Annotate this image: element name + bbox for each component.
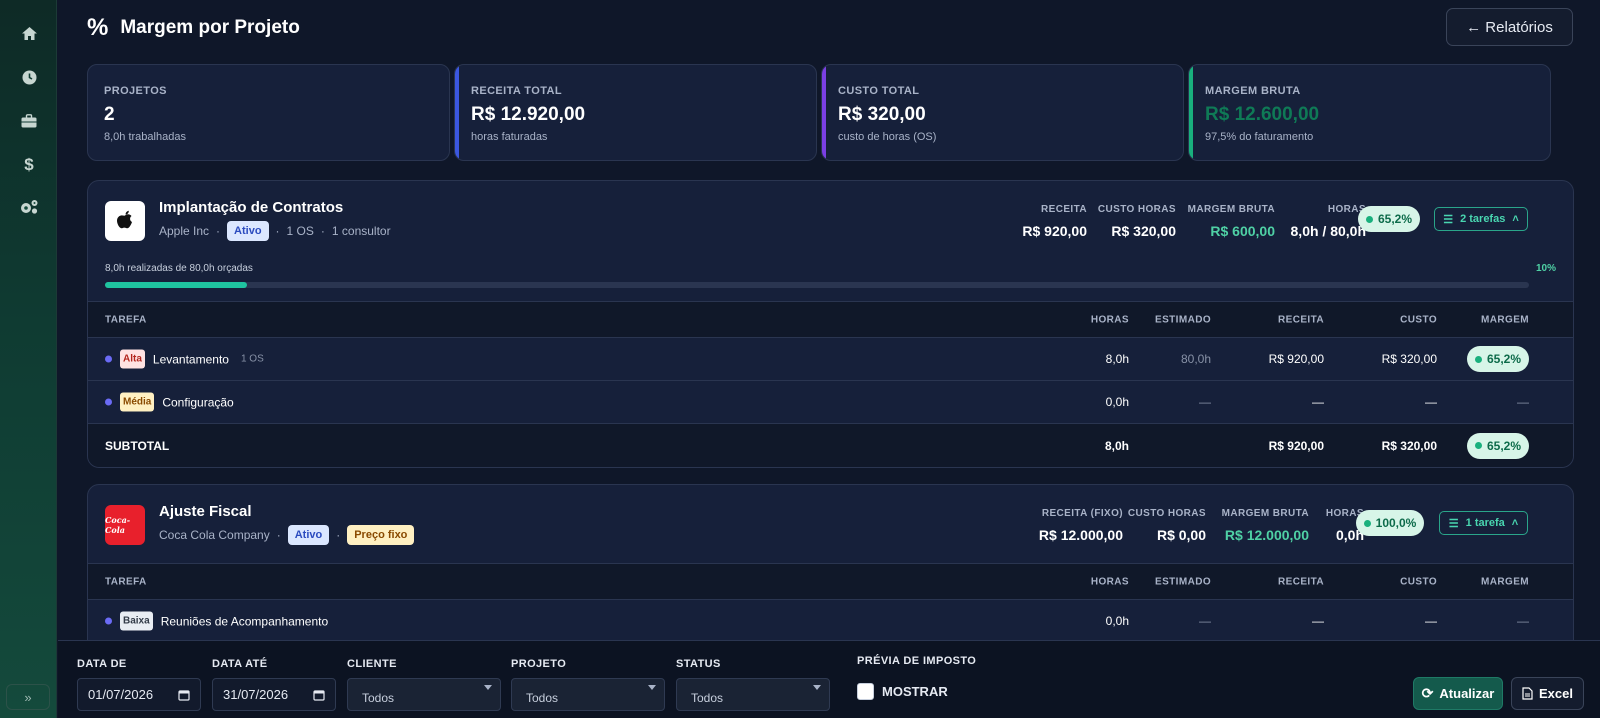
calendar-icon xyxy=(178,689,190,701)
task-os-count: 1 OS xyxy=(240,353,264,365)
stat-card-revenue: RECEITA TOTAL R$ 12.920,00 horas faturad… xyxy=(454,64,817,161)
date-to-input[interactable]: 31/07/2026 xyxy=(212,678,336,711)
metric-hours: HORAS 8,0h / 80,0h xyxy=(1290,204,1366,239)
priority-badge: Média xyxy=(120,392,155,412)
task-status-dot xyxy=(105,355,112,363)
caret-down-icon xyxy=(813,685,821,690)
project-card: Implantação de Contratos Apple Inc · Ati… xyxy=(87,180,1574,468)
metric-gross-margin: MARGEM BRUTA R$ 12.000,00 xyxy=(1221,508,1309,543)
pricing-badge: Preço fixo xyxy=(347,525,415,545)
status-select[interactable]: Todos xyxy=(676,678,830,711)
export-excel-button[interactable]: Excel xyxy=(1511,677,1584,710)
main-content: % Margem por Projeto ← Relatórios PROJET… xyxy=(58,0,1600,640)
stat-card-cost: CUSTO TOTAL R$ 320,00 custo de horas (OS… xyxy=(821,64,1184,161)
toggle-tasks-button[interactable]: ☰ 1 tarefa ˄ xyxy=(1439,511,1528,535)
priority-badge: Alta xyxy=(120,349,145,369)
consultant-count: 1 consultor xyxy=(331,224,391,238)
sidebar: $ » xyxy=(0,0,57,718)
metric-revenue-fixed: RECEITA (FIXO) R$ 12.000,00 xyxy=(1038,508,1123,543)
margin-pill: 65,2% xyxy=(1358,206,1420,232)
date-from-input[interactable]: 01/07/2026 xyxy=(77,678,201,711)
margin-pill: 100,0% xyxy=(1356,510,1424,536)
tasks-table: TAREFA HORAS ESTIMADO RECEITA CUSTO MARG… xyxy=(88,301,1573,467)
client-name: Apple Inc xyxy=(159,224,210,238)
list-icon: ☰ xyxy=(1443,213,1454,226)
priority-badge: Baixa xyxy=(120,611,153,631)
caret-down-icon xyxy=(484,685,492,690)
show-tax-checkbox[interactable]: MOSTRAR xyxy=(857,683,948,700)
metric-cost-hours: CUSTO HORAS R$ 320,00 xyxy=(1097,204,1176,239)
toggle-tasks-button[interactable]: ☰ 2 tarefas ˄ xyxy=(1434,207,1528,231)
file-icon xyxy=(1522,687,1533,700)
project-name: Ajuste Fiscal xyxy=(159,503,252,520)
task-status-dot xyxy=(105,617,112,625)
progress-bar xyxy=(105,282,1529,288)
metric-cost-hours: CUSTO HORAS R$ 0,00 xyxy=(1127,508,1206,543)
home-icon[interactable] xyxy=(18,22,40,44)
project-meta: Coca Cola Company · Ativo · Preço fixo xyxy=(159,525,415,545)
project-card: Coca-Cola Ajuste Fiscal Coca Cola Compan… xyxy=(87,484,1574,640)
status-badge: Ativo xyxy=(227,221,269,241)
client-name: Coca Cola Company xyxy=(159,528,270,542)
progress-bar-fill xyxy=(105,282,248,288)
refresh-button[interactable]: ⟳ Atualizar xyxy=(1413,677,1503,710)
margin-pill: 65,2% xyxy=(1467,432,1529,459)
progress-label: 8,0h realizadas de 80,0h orçadas xyxy=(105,263,253,274)
table-header: TAREFA HORAS ESTIMADO RECEITA CUSTO MARG… xyxy=(88,563,1573,600)
page-title: % Margem por Projeto xyxy=(87,14,300,41)
back-to-reports-button[interactable]: ← Relatórios xyxy=(1446,8,1573,46)
coca-cola-logo-icon: Coca-Cola xyxy=(105,505,145,545)
tasks-table: TAREFA HORAS ESTIMADO RECEITA CUSTO MARG… xyxy=(88,563,1573,640)
margin-pill: 65,2% xyxy=(1467,346,1529,372)
project-meta: Apple Inc · Ativo · 1 OS · 1 consultor xyxy=(159,221,391,241)
expand-sidebar-button[interactable]: » xyxy=(6,684,50,710)
dollar-icon[interactable]: $ xyxy=(18,154,40,176)
apple-logo-icon xyxy=(105,201,145,241)
caret-down-icon xyxy=(648,685,656,690)
stat-card-margin: MARGEM BRUTA R$ 12.600,00 97,5% do fatur… xyxy=(1188,64,1551,161)
task-status-dot xyxy=(105,398,112,406)
task-name: Configuração xyxy=(162,395,234,409)
client-select[interactable]: Todos xyxy=(347,678,501,711)
table-row[interactable]: Média Configuração 0,0h — — — — xyxy=(88,381,1573,424)
refresh-icon: ⟳ xyxy=(1421,685,1434,701)
chevron-up-icon: ˄ xyxy=(1512,213,1519,225)
table-header: TAREFA HORAS ESTIMADO RECEITA CUSTO MARG… xyxy=(88,301,1573,338)
filter-bar: DATA DE 01/07/2026 DATA ATÉ 31/07/2026 C… xyxy=(58,640,1600,718)
status-badge: Ativo xyxy=(287,525,330,545)
checkbox xyxy=(857,683,874,700)
table-row[interactable]: Alta Levantamento 1 OS 8,0h 80,0h R$ 920… xyxy=(88,338,1573,381)
metric-revenue: RECEITA R$ 920,00 xyxy=(1022,204,1087,239)
task-name: Levantamento xyxy=(152,352,229,366)
clock-icon[interactable] xyxy=(18,66,40,88)
subtotal-row: SUBTOTAL 8,0h R$ 920,00 R$ 320,00 65,2% xyxy=(88,424,1573,467)
chevron-up-icon: ˄ xyxy=(1511,517,1519,529)
page-header: % Margem por Projeto ← Relatórios xyxy=(58,0,1600,58)
gears-icon[interactable] xyxy=(18,196,40,218)
stat-card-projects: PROJETOS 2 8,0h trabalhadas xyxy=(87,64,450,161)
project-select[interactable]: Todos xyxy=(511,678,665,711)
calendar-icon xyxy=(313,689,325,701)
list-icon: ☰ xyxy=(1448,517,1459,530)
task-name: Reuniões de Acompanhamento xyxy=(160,614,329,628)
table-row[interactable]: Baixa Reuniões de Acompanhamento 0,0h — … xyxy=(88,600,1573,640)
progress-percent: 10% xyxy=(1535,263,1556,274)
project-name: Implantação de Contratos xyxy=(159,199,344,216)
metric-gross-margin: MARGEM BRUTA R$ 600,00 xyxy=(1187,204,1275,239)
briefcase-icon[interactable] xyxy=(18,110,40,132)
percent-icon: % xyxy=(87,14,109,41)
os-count: 1 OS xyxy=(286,224,314,238)
